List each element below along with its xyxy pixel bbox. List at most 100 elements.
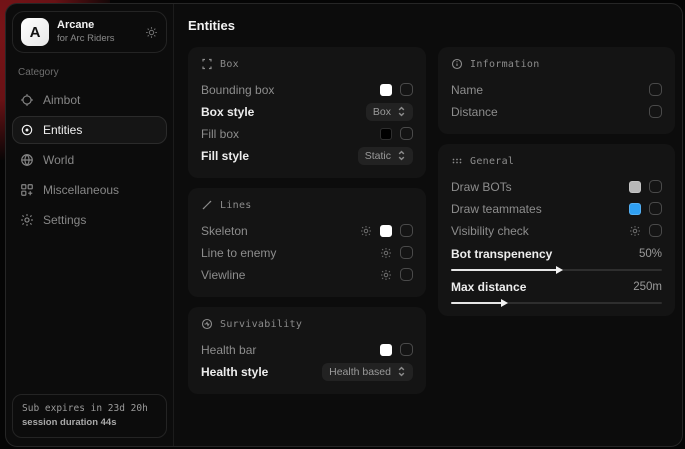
session-duration-text: session duration 44s xyxy=(22,416,157,430)
info-icon xyxy=(451,58,463,70)
box-card-header: Box xyxy=(201,58,413,70)
general-card: General Draw BOTs Draw teammates xyxy=(438,144,675,316)
lines-card: Lines Skeleton Line to enemy xyxy=(188,188,426,297)
information-card: Information Name Distance xyxy=(438,47,675,134)
brand-gear-icon[interactable] xyxy=(145,26,158,39)
general-card-header: General xyxy=(451,155,662,167)
setting-row-health-bar: Health bar xyxy=(201,339,413,360)
max-distance-slider-group: Max distance 250m xyxy=(451,278,662,304)
draw-bots-checkbox[interactable] xyxy=(649,180,662,193)
bot-transparency-slider[interactable] xyxy=(451,269,662,271)
setting-row-distance: Distance xyxy=(451,101,662,122)
setting-label: Box style xyxy=(201,105,366,119)
line-icon xyxy=(201,199,213,211)
sidebar-item-world[interactable]: World xyxy=(12,146,167,174)
brand-text: Arcane for Arc Riders xyxy=(57,19,137,45)
bot-transparency-slider-group: Bot transpenency 50% xyxy=(451,245,662,271)
sidebar-item-label: Miscellaneous xyxy=(43,183,119,197)
viewline-checkbox[interactable] xyxy=(400,268,413,281)
distance-checkbox[interactable] xyxy=(649,105,662,118)
select-arrows-icon xyxy=(397,150,406,161)
brand-card: A Arcane for Arc Riders xyxy=(12,11,167,53)
select-arrows-icon xyxy=(397,366,406,377)
brand-subtitle: for Arc Riders xyxy=(57,33,137,45)
setting-row-skeleton: Skeleton xyxy=(201,220,413,241)
color-swatch[interactable] xyxy=(380,344,392,356)
setting-row-visibility-check: Visibility check xyxy=(451,220,662,241)
skeleton-checkbox[interactable] xyxy=(400,224,413,237)
setting-row-line-to-enemy: Line to enemy xyxy=(201,242,413,263)
sidebar: A Arcane for Arc Riders Category Aimbot … xyxy=(6,4,174,446)
brand-name: Arcane xyxy=(57,19,137,33)
sidebar-item-label: Aimbot xyxy=(43,93,80,107)
slider-thumb[interactable] xyxy=(501,299,508,307)
crosshair-icon xyxy=(20,93,34,107)
setting-row-draw-teammates: Draw teammates xyxy=(451,198,662,219)
setting-label: Draw BOTs xyxy=(451,180,629,194)
color-swatch[interactable] xyxy=(380,84,392,96)
setting-row-health-style: Health style Health based xyxy=(201,361,413,382)
visibility-check-settings-gear-icon[interactable] xyxy=(629,225,641,237)
grid-icon xyxy=(20,183,34,197)
setting-label: Bounding box xyxy=(201,83,380,97)
slider-thumb[interactable] xyxy=(556,266,563,274)
health-icon xyxy=(201,318,213,330)
slider-value: 250m xyxy=(633,281,662,293)
fill-box-checkbox[interactable] xyxy=(400,127,413,140)
sidebar-item-settings[interactable]: Settings xyxy=(12,206,167,234)
setting-label: Health style xyxy=(201,365,322,379)
setting-label: Fill box xyxy=(201,127,380,141)
setting-label: Health bar xyxy=(201,343,380,357)
health-bar-checkbox[interactable] xyxy=(400,343,413,356)
setting-row-bounding-box: Bounding box xyxy=(201,79,413,100)
dots-grid-icon xyxy=(451,155,463,167)
sub-expiry-text: Sub expires in 23d 20h xyxy=(22,402,157,416)
sidebar-item-miscellaneous[interactable]: Miscellaneous xyxy=(12,176,167,204)
setting-label: Fill style xyxy=(201,149,358,163)
color-swatch[interactable] xyxy=(629,181,641,193)
sidebar-item-label: Settings xyxy=(43,213,86,227)
color-swatch[interactable] xyxy=(380,128,392,140)
box-card: Box Bounding box Box style Box xyxy=(188,47,426,178)
lines-card-header: Lines xyxy=(201,199,413,211)
setting-label: Skeleton xyxy=(201,224,360,238)
bounding-box-checkbox[interactable] xyxy=(400,83,413,96)
line-to-enemy-settings-gear-icon[interactable] xyxy=(380,247,392,259)
information-card-header: Information xyxy=(451,58,662,70)
survivability-card: Survivability Health bar Health style xyxy=(188,307,426,394)
sidebar-item-entities[interactable]: Entities xyxy=(12,116,167,144)
setting-row-box-style: Box style Box xyxy=(201,101,413,122)
slider-value: 50% xyxy=(639,248,662,260)
setting-label: Line to enemy xyxy=(201,246,380,260)
setting-row-draw-bots: Draw BOTs xyxy=(451,176,662,197)
sidebar-item-aimbot[interactable]: Aimbot xyxy=(12,86,167,114)
globe-icon xyxy=(20,153,34,167)
max-distance-slider[interactable] xyxy=(451,302,662,304)
fill-style-select[interactable]: Static xyxy=(358,147,413,165)
health-style-select[interactable]: Health based xyxy=(322,363,413,381)
skeleton-settings-gear-icon[interactable] xyxy=(360,225,372,237)
draw-teammates-checkbox[interactable] xyxy=(649,202,662,215)
setting-label: Distance xyxy=(451,105,649,119)
brand-logo: A xyxy=(21,18,49,46)
setting-label: Max distance xyxy=(451,280,633,294)
setting-row-name: Name xyxy=(451,79,662,100)
visibility-check-checkbox[interactable] xyxy=(649,224,662,237)
setting-row-fill-style: Fill style Static xyxy=(201,145,413,166)
line-to-enemy-checkbox[interactable] xyxy=(400,246,413,259)
setting-label: Draw teammates xyxy=(451,202,629,216)
viewline-settings-gear-icon[interactable] xyxy=(380,269,392,281)
color-swatch[interactable] xyxy=(380,225,392,237)
box-style-select[interactable]: Box xyxy=(366,103,413,121)
survivability-card-header: Survivability xyxy=(201,318,413,330)
setting-row-fill-box: Fill box xyxy=(201,123,413,144)
sidebar-item-label: World xyxy=(43,153,74,167)
select-arrows-icon xyxy=(397,106,406,117)
gear-icon xyxy=(20,213,34,227)
setting-label: Bot transpenency xyxy=(451,247,639,261)
name-checkbox[interactable] xyxy=(649,83,662,96)
subscription-status-card: Sub expires in 23d 20h session duration … xyxy=(12,394,167,439)
bounding-box-icon xyxy=(201,58,213,70)
color-swatch[interactable] xyxy=(629,203,641,215)
setting-row-viewline: Viewline xyxy=(201,264,413,285)
